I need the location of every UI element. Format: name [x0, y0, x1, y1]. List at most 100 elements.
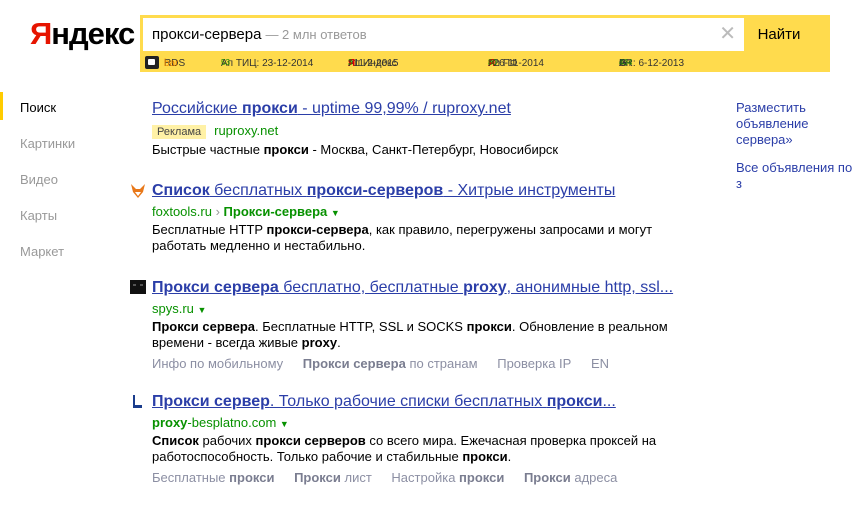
sitelink[interactable]: Прокси лист: [294, 470, 372, 485]
result-snippet: Бесплатные HTTP прокси-сервера, как прав…: [152, 222, 652, 254]
snippet-part: рабочих: [198, 433, 256, 448]
snippet-highlight: прокси серверов: [255, 433, 366, 448]
fox-favicon-icon: [131, 184, 145, 198]
snippet-part: Быстрые частные: [152, 142, 264, 157]
sitelinks: Бесплатные прокси Прокси лист Настройка …: [152, 470, 656, 485]
bar-text: bar: [164, 58, 179, 69]
snippet-part: , как правило, перегружены запросами и м…: [368, 222, 653, 237]
title-part: ...: [602, 393, 616, 410]
result-snippet: Прокси сервера. Бесплатные HTTP, SSL и S…: [152, 319, 673, 351]
result-title-link[interactable]: Список бесплатных прокси-серверов - Хитр…: [152, 182, 652, 200]
snippet-part: работать медленно и нестабильно.: [152, 238, 366, 253]
search-input[interactable]: прокси-сервера — 2 млн ответов ✕: [143, 18, 744, 51]
sitelink-highlight: Прокси: [294, 470, 341, 485]
nav-item-maps[interactable]: Карты: [20, 208, 75, 244]
snippet-part: . Обновление в реальном: [511, 319, 668, 334]
sitelink[interactable]: Бесплатные прокси: [152, 470, 274, 485]
sitelink-highlight: прокси: [229, 470, 275, 485]
sitelink-part: Бесплатные: [152, 470, 230, 485]
sitelink[interactable]: Прокси сервера по странам: [303, 356, 478, 371]
place-ad-link[interactable]: Разместить объявление: [736, 100, 858, 132]
sitelink-part: Настройка: [391, 470, 460, 485]
search-verticals-nav: Поиск Картинки Видео Карты Маркет: [20, 100, 75, 280]
sitelink[interactable]: Прокси адреса: [524, 470, 617, 485]
snippet-part: - Москва, Санкт-Петербург, Новосибирск: [308, 142, 559, 157]
snippet-highlight: proxy: [301, 335, 338, 350]
sitelink-part: адреса: [570, 470, 618, 485]
active-tab-marker: [0, 92, 3, 120]
results-count-hint: — 2 млн ответов: [265, 27, 367, 42]
rds-icon[interactable]: [145, 56, 159, 69]
proxy-favicon-icon: [133, 395, 142, 408]
seo-tic-value: 53: [221, 58, 230, 67]
url-highlight: proxy: [152, 415, 188, 430]
search-query: прокси-сервера: [152, 26, 262, 43]
snippet-part: работоспособность. Только рабочие и стаб…: [152, 449, 463, 464]
sitelink[interactable]: Инфо по мобильному: [152, 356, 283, 371]
title-part: - uptime 99,99% / ruproxy.net: [297, 100, 511, 117]
sitelink[interactable]: EN: [591, 356, 609, 371]
snippet-part: .: [337, 335, 341, 350]
chevron-down-icon[interactable]: ▼: [280, 419, 289, 429]
result-snippet: Быстрые частные прокси - Москва, Санкт-П…: [152, 142, 558, 158]
ad-badge: Реклама: [152, 125, 207, 139]
result-url[interactable]: spys.ru: [152, 301, 194, 316]
sitelink-highlight: Прокси сервера: [302, 356, 406, 371]
search-button[interactable]: Найти: [747, 18, 811, 51]
snippet-highlight: прокси-сервера: [266, 222, 369, 237]
snippet-part: со всего мира. Ежечасная проверка проксе…: [365, 433, 657, 448]
seo-index-value: 3: [348, 58, 353, 67]
result-url-path[interactable]: Прокси-сервера: [224, 204, 328, 219]
url-part: -besplatno.com: [187, 415, 277, 430]
nav-item-market[interactable]: Маркет: [20, 244, 75, 280]
title-highlight: Список: [152, 182, 210, 199]
result-title-link[interactable]: Прокси сервера бесплатно, бесплатные pro…: [152, 279, 673, 297]
result-url[interactable]: foxtools.ru: [152, 204, 212, 219]
all-ads-link[interactable]: Все объявления по з: [736, 160, 858, 192]
title-highlight: прокси: [242, 100, 298, 117]
snippet-part: .: [507, 449, 512, 464]
snippet-highlight: прокси: [466, 319, 512, 334]
title-highlight: Прокси сервер: [152, 393, 270, 410]
sitelink-highlight: Прокси: [523, 470, 571, 485]
chevron-down-icon[interactable]: ▼: [331, 208, 340, 218]
title-part: бесплатно, бесплатные: [278, 279, 464, 296]
nav-item-search[interactable]: Поиск: [20, 100, 75, 136]
nav-item-images[interactable]: Картинки: [20, 136, 75, 172]
result-title-link[interactable]: Прокси сервер. Только рабочие списки бес…: [152, 393, 656, 411]
snippet-part: . Бесплатные HTTP, SSL и SOCKS: [255, 319, 467, 334]
nav-item-video[interactable]: Видео: [20, 172, 75, 208]
snippet-highlight: прокси: [462, 449, 508, 464]
search-bar: прокси-сервера — 2 млн ответов ✕ Найти RD…: [140, 15, 830, 72]
title-highlight: прокси: [546, 393, 603, 410]
result-url[interactable]: ruproxy.net: [214, 123, 278, 138]
search-result: Список бесплатных прокси-серверов - Хитр…: [152, 182, 652, 254]
title-highlight: Прокси сервера: [152, 279, 279, 296]
sitelink[interactable]: Настройка прокси: [391, 470, 504, 485]
result-title-link[interactable]: Российские прокси - uptime 99,99% / rupr…: [152, 100, 558, 118]
title-part: бесплатных: [209, 182, 307, 199]
snippet-part: Бесплатные HTTP: [152, 222, 267, 237]
ads-sidebar: Разместить объявление сервера» Все объяв…: [736, 100, 858, 192]
breadcrumb-separator: ›: [211, 204, 224, 219]
snippet-part: времени - всегда живые: [152, 335, 302, 350]
sitelink-highlight: прокси: [459, 470, 505, 485]
clear-icon[interactable]: ✕: [719, 24, 736, 44]
logo-rest: ндекс: [51, 16, 135, 51]
title-highlight: proxy: [463, 279, 507, 296]
sitelink-part: по странам: [405, 356, 478, 371]
sitelink[interactable]: Проверка IP: [497, 356, 571, 371]
snippet-highlight: прокси: [263, 142, 309, 157]
chevron-down-icon[interactable]: ▼: [198, 305, 207, 315]
search-result: Прокси сервер. Только рабочие списки бес…: [152, 393, 656, 485]
snippet-highlight: Прокси сервера: [152, 319, 256, 334]
title-highlight: прокси-серверов: [306, 182, 444, 199]
seo-pr-value: 434: [619, 58, 633, 67]
result-url[interactable]: proxy-besplatno.com: [152, 415, 276, 430]
seo-tic-label: Ап ТИЦ: 23-12-2014: [221, 58, 314, 69]
title-part: Российские: [152, 100, 243, 117]
place-ad-link-cont[interactable]: сервера»: [736, 132, 858, 148]
ad-result: Российские прокси - uptime 99,99% / rupr…: [152, 100, 558, 158]
sitelink-part: лист: [340, 470, 372, 485]
yandex-logo[interactable]: Яндекс: [30, 16, 135, 52]
